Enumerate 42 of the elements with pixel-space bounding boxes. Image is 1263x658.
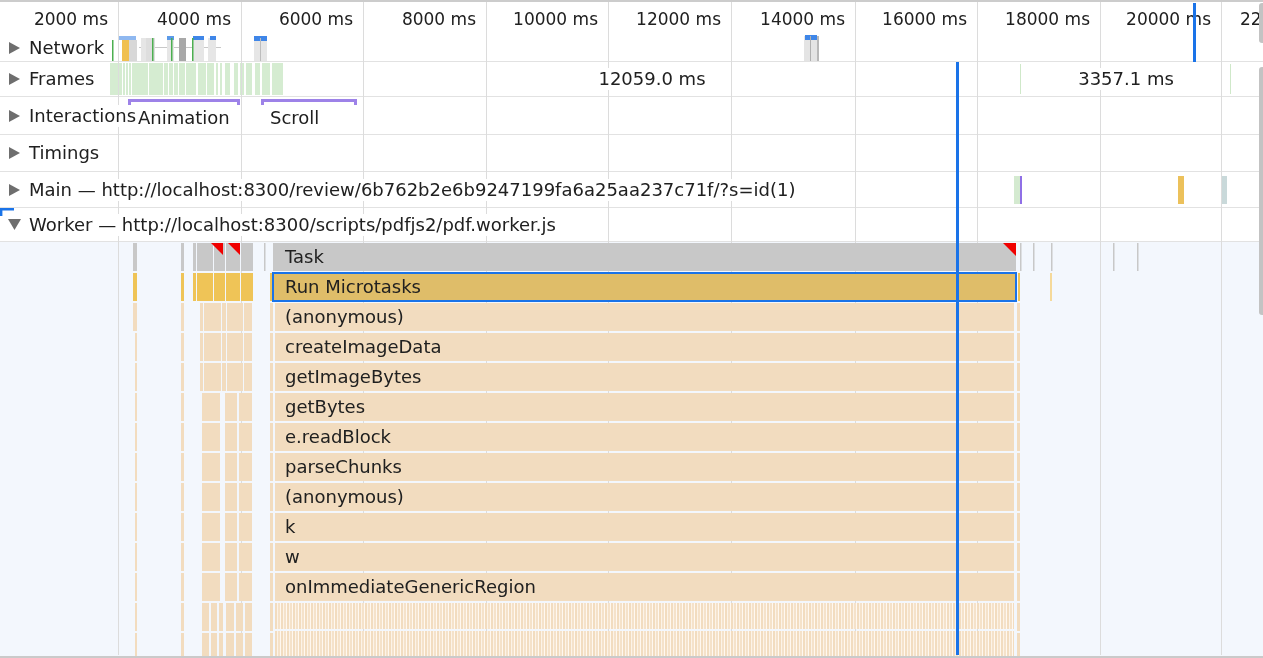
flame-entry[interactable]: w	[275, 543, 1014, 571]
flame-entry[interactable]: parseChunks	[275, 453, 1014, 481]
track-title[interactable]: Main — http://localhost:8300/review/6b762b2e6b9247199fa6a25aa237c71f/?s=id(1)	[29, 178, 796, 201]
track-title[interactable]: Worker — http://localhost:8300/scripts/pdfjs2/pdf.worker.js	[29, 213, 556, 236]
flame-entry[interactable]: Task	[273, 243, 1016, 271]
caret-right-icon[interactable]	[9, 42, 20, 54]
track-title[interactable]: Network	[29, 37, 105, 59]
flame-entry[interactable]: (anonymous)	[275, 483, 1014, 511]
flame-entry[interactable]: Run Microtasks	[272, 272, 1017, 302]
frame-duration: 3357.1 ms	[1076, 68, 1176, 90]
time-tick-label: 4000 ms	[156, 8, 231, 29]
flame-entry[interactable]: getImageBytes	[275, 363, 1014, 391]
scrollbar-thumb[interactable]	[1259, 67, 1263, 315]
caret-right-icon[interactable]	[9, 183, 20, 196]
track-title[interactable]: Frames	[29, 68, 95, 90]
flame-entry[interactable]: getBytes	[275, 393, 1014, 421]
time-tick-label: 18000 ms	[1005, 8, 1090, 29]
caret-down-icon[interactable]	[8, 219, 21, 230]
time-tick-label: 22	[1240, 8, 1262, 29]
time-tick-label: 2000 ms	[33, 8, 108, 29]
track-title[interactable]: Interactions	[29, 104, 137, 127]
caret-right-icon[interactable]	[9, 73, 20, 85]
caret-right-icon[interactable]	[9, 147, 20, 159]
time-tick-label: 10000 ms	[513, 8, 598, 29]
time-tick-label: 8000 ms	[401, 8, 476, 29]
time-tick-label: 14000 ms	[760, 8, 845, 29]
flame-entry[interactable]: createImageData	[275, 333, 1014, 361]
time-tick-label: 16000 ms	[882, 8, 967, 29]
interaction-label: Animation	[138, 106, 230, 130]
flame-entry[interactable]: e.readBlock	[275, 423, 1014, 451]
activity-mark	[1178, 176, 1184, 204]
time-tick-label: 6000 ms	[278, 8, 353, 29]
time-tick-label: 12000 ms	[636, 8, 721, 29]
caret-right-icon[interactable]	[9, 109, 20, 122]
flame-entry[interactable]: onImmediateGenericRegion	[275, 573, 1014, 601]
flame-entry[interactable]: k	[275, 513, 1014, 541]
track-title[interactable]: Timings	[29, 142, 100, 164]
scrollbar-thumb[interactable]	[1259, 3, 1263, 43]
interaction-label: Scroll	[270, 106, 320, 130]
activity-mark	[1014, 176, 1023, 204]
flame-entry[interactable]: (anonymous)	[275, 303, 1014, 331]
activity-mark	[1222, 176, 1227, 204]
